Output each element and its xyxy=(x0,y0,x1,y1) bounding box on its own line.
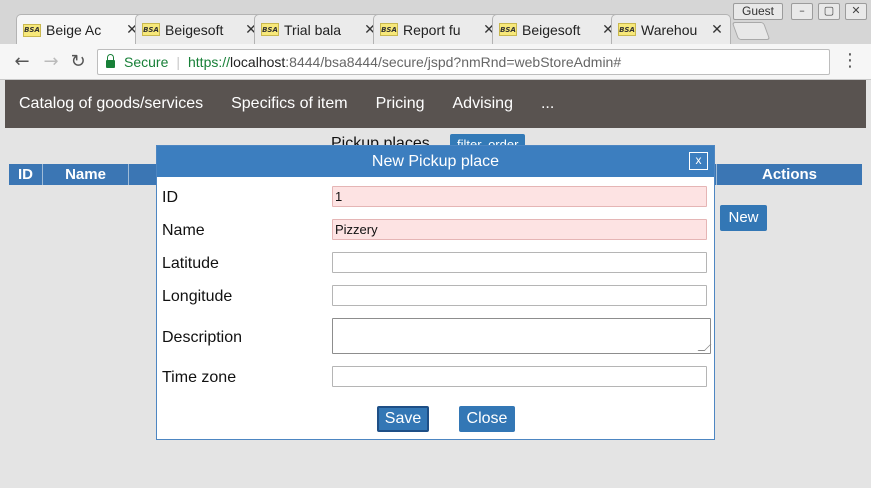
url-scheme: https:// xyxy=(188,54,231,70)
browser-tab-2[interactable]: BSA Beigesoft ✕ xyxy=(135,14,265,44)
tab-label: Beigesoft xyxy=(165,21,224,38)
tab-label: Warehou xyxy=(641,21,698,38)
name-label: Name xyxy=(162,222,205,239)
nav-specifics[interactable]: Specifics of item xyxy=(231,95,347,113)
tab-label: Beige Ac xyxy=(46,22,102,38)
bsa-favicon-icon: BSA xyxy=(380,23,398,36)
address-separator: | xyxy=(176,54,180,70)
bsa-favicon-icon: BSA xyxy=(23,23,41,37)
tab-label: Trial bala xyxy=(284,21,342,38)
reload-icon[interactable]: ↻ xyxy=(68,52,88,72)
browser-tab-6[interactable]: BSA Warehou ✕ xyxy=(611,14,731,44)
lock-icon xyxy=(106,54,115,68)
bsa-favicon-icon: BSA xyxy=(499,23,517,36)
time-zone-field[interactable] xyxy=(332,366,707,387)
browser-tab-4[interactable]: BSA Report fu ✕ xyxy=(373,14,503,44)
column-header-id: ID xyxy=(9,164,43,185)
time-zone-label: Time zone xyxy=(162,369,237,386)
bsa-favicon-icon: BSA xyxy=(618,23,636,36)
window-close-icon[interactable]: ✕ xyxy=(845,3,867,20)
secure-label: Secure xyxy=(124,54,169,70)
app-nav-bar: Catalog of goods/services Specifics of i… xyxy=(5,80,866,128)
browser-titlebar: BSA Beige Ac ✕ BSA Beigesoft ✕ BSA Trial… xyxy=(0,0,871,45)
maximize-icon[interactable]: ▢ xyxy=(818,3,840,20)
tab-close-icon[interactable]: ✕ xyxy=(710,22,724,38)
id-field[interactable]: 1 xyxy=(332,186,707,207)
latitude-label: Latitude xyxy=(162,255,219,272)
browser-toolbar: ← → ↻ Secure | https:// localhost :8444/… xyxy=(0,44,871,80)
description-label: Description xyxy=(162,329,243,346)
dialog-title: New Pickup place xyxy=(371,153,500,170)
description-textarea[interactable] xyxy=(332,318,711,354)
browser-tab-3[interactable]: BSA Trial bala ✕ xyxy=(254,14,384,44)
forward-arrow-icon[interactable]: → xyxy=(41,52,61,72)
back-arrow-icon[interactable]: ← xyxy=(12,52,32,72)
latitude-field[interactable] xyxy=(332,252,707,273)
address-bar[interactable]: Secure | https:// localhost :8444/bsa844… xyxy=(97,49,830,75)
save-button[interactable]: Save xyxy=(377,406,429,432)
column-header-name: Name xyxy=(43,164,129,185)
new-pickup-place-dialog: New Pickup place x ID 1 Name Pizzery Lat… xyxy=(156,145,715,440)
tab-label: Beigesoft xyxy=(522,21,581,38)
new-button[interactable]: New xyxy=(720,205,767,231)
bsa-favicon-icon: BSA xyxy=(261,23,279,36)
browser-tab-1[interactable]: BSA Beige Ac ✕ xyxy=(16,14,146,45)
new-tab-button[interactable] xyxy=(731,22,771,40)
url-host: localhost xyxy=(230,54,286,70)
nav-catalog[interactable]: Catalog of goods/services xyxy=(19,95,203,113)
dialog-close-icon[interactable]: x xyxy=(689,152,708,170)
browser-menu-icon[interactable]: ⋮ xyxy=(841,51,859,71)
close-button[interactable]: Close xyxy=(459,406,515,432)
longitude-label: Longitude xyxy=(162,288,233,305)
name-field[interactable]: Pizzery xyxy=(332,219,707,240)
url-path: :8444/bsa8444/secure/jspd?nmRnd=webStore… xyxy=(285,54,622,70)
longitude-field[interactable] xyxy=(332,285,707,306)
minimize-icon[interactable]: – xyxy=(791,3,813,20)
bsa-favicon-icon: BSA xyxy=(142,23,160,36)
browser-tab-5[interactable]: BSA Beigesoft ✕ xyxy=(492,14,622,44)
nav-pricing[interactable]: Pricing xyxy=(376,95,425,113)
tab-label: Report fu xyxy=(403,21,461,38)
dialog-header: New Pickup place x xyxy=(157,146,714,177)
nav-advising[interactable]: Advising xyxy=(453,95,513,113)
column-header-actions: Actions xyxy=(716,164,862,185)
id-label: ID xyxy=(162,189,178,206)
nav-more[interactable]: ... xyxy=(541,95,554,113)
profile-button[interactable]: Guest xyxy=(733,3,783,20)
